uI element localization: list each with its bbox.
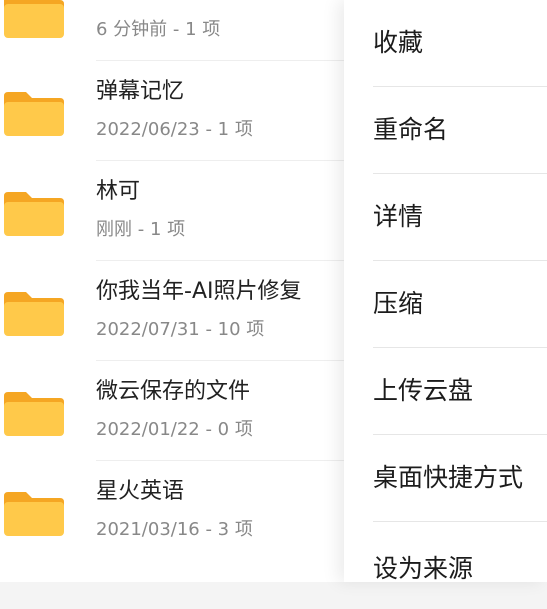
folder-name: 林可 (96, 179, 141, 204)
folder-row[interactable]: 微云保存的文件 2022/01/22 - 0 项 (0, 360, 360, 460)
menu-item-label: 重命名 (373, 115, 449, 144)
folder-icon (2, 188, 66, 238)
folder-name: 星火英语 (96, 479, 185, 504)
folder-icon (2, 0, 66, 40)
menu-item-rename[interactable]: 重命名 (344, 87, 547, 174)
menu-item-desktop-shortcut[interactable]: 桌面快捷方式 (344, 435, 547, 522)
folder-icon (2, 288, 66, 338)
folder-name: 弹幕记忆 (96, 79, 185, 104)
folder-icon (2, 388, 66, 438)
folder-meta: 2021/03/16 - 3 项 (96, 519, 253, 540)
folder-icon (2, 88, 66, 138)
context-menu: 收藏 重命名 详情 压缩 上传云盘 桌面快捷方式 设为来源 (344, 0, 547, 583)
menu-item-label: 收藏 (373, 28, 424, 57)
folder-row[interactable]: 你我当年-AI照片修复 2022/07/31 - 10 项 (0, 260, 360, 360)
folder-meta: 2022/06/23 - 1 项 (96, 119, 253, 140)
folder-name: 微云保存的文件 (96, 379, 251, 404)
menu-item-favorite[interactable]: 收藏 (344, 0, 547, 87)
menu-item-label: 详情 (373, 202, 424, 231)
menu-item-compress[interactable]: 压缩 (344, 261, 547, 348)
menu-item-label: 压缩 (373, 289, 424, 318)
folder-row[interactable]: 弹幕记忆 2022/06/23 - 1 项 (0, 60, 360, 160)
folder-meta: 刚刚 - 1 项 (96, 219, 186, 240)
menu-item-label: 桌面快捷方式 (373, 463, 524, 492)
folder-row[interactable]: 星火英语 2021/03/16 - 3 项 (0, 460, 360, 560)
folder-meta: 2022/01/22 - 0 项 (96, 419, 253, 440)
menu-item-label: 上传云盘 (373, 376, 474, 405)
folder-meta: 6 分钟前 - 1 项 (96, 19, 221, 40)
folder-icon (2, 488, 66, 538)
menu-item-label: 设为来源 (373, 554, 474, 583)
folder-meta: 2022/07/31 - 10 项 (96, 319, 265, 340)
folder-row[interactable]: 6 分钟前 - 1 项 (0, 0, 360, 40)
folder-name: 你我当年-AI照片修复 (96, 279, 302, 304)
menu-item-set-as-source[interactable]: 设为来源 (344, 522, 547, 609)
menu-item-details[interactable]: 详情 (344, 174, 547, 261)
menu-item-upload-cloud[interactable]: 上传云盘 (344, 348, 547, 435)
folder-row[interactable]: 林可 刚刚 - 1 项 (0, 160, 360, 260)
